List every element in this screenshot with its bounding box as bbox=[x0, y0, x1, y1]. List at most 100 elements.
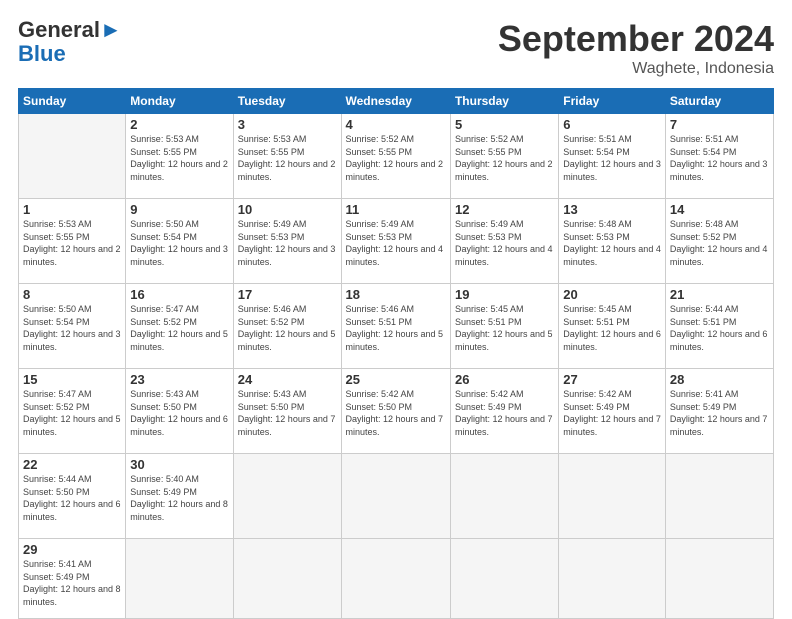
day-info: Sunrise: 5:43 AMSunset: 5:50 PMDaylight:… bbox=[130, 388, 228, 438]
day-info: Sunrise: 5:49 AMSunset: 5:53 PMDaylight:… bbox=[238, 218, 337, 268]
empty-cell bbox=[19, 114, 126, 199]
day-cell-24: 24Sunrise: 5:43 AMSunset: 5:50 PMDayligh… bbox=[233, 369, 341, 454]
day-cell-14: 14Sunrise: 5:48 AMSunset: 5:52 PMDayligh… bbox=[665, 199, 773, 284]
empty-cell bbox=[341, 454, 450, 539]
day-cell-18: 18Sunrise: 5:46 AMSunset: 5:51 PMDayligh… bbox=[341, 284, 450, 369]
day-info: Sunrise: 5:53 AMSunset: 5:55 PMDaylight:… bbox=[130, 133, 228, 183]
calendar-table: SundayMondayTuesdayWednesdayThursdayFrid… bbox=[18, 88, 774, 619]
day-number: 9 bbox=[130, 202, 228, 217]
weekday-header-row: SundayMondayTuesdayWednesdayThursdayFrid… bbox=[19, 89, 774, 114]
day-info: Sunrise: 5:53 AMSunset: 5:55 PMDaylight:… bbox=[238, 133, 337, 183]
page: General► Blue September 2024 Waghete, In… bbox=[0, 0, 792, 612]
weekday-header-wednesday: Wednesday bbox=[341, 89, 450, 114]
empty-cell bbox=[559, 539, 666, 619]
day-cell-26: 26Sunrise: 5:42 AMSunset: 5:49 PMDayligh… bbox=[450, 369, 558, 454]
day-number: 14 bbox=[670, 202, 769, 217]
header: General► Blue September 2024 Waghete, In… bbox=[18, 18, 774, 78]
day-info: Sunrise: 5:42 AMSunset: 5:49 PMDaylight:… bbox=[455, 388, 554, 438]
calendar-row-2: 8Sunrise: 5:50 AMSunset: 5:54 PMDaylight… bbox=[19, 284, 774, 369]
day-number: 20 bbox=[563, 287, 661, 302]
day-number: 11 bbox=[346, 202, 446, 217]
weekday-header-thursday: Thursday bbox=[450, 89, 558, 114]
day-cell-12: 12Sunrise: 5:49 AMSunset: 5:53 PMDayligh… bbox=[450, 199, 558, 284]
day-number: 4 bbox=[346, 117, 446, 132]
day-number: 8 bbox=[23, 287, 121, 302]
day-info: Sunrise: 5:47 AMSunset: 5:52 PMDaylight:… bbox=[23, 388, 121, 438]
day-info: Sunrise: 5:42 AMSunset: 5:49 PMDaylight:… bbox=[563, 388, 661, 438]
day-info: Sunrise: 5:45 AMSunset: 5:51 PMDaylight:… bbox=[563, 303, 661, 353]
weekday-header-sunday: Sunday bbox=[19, 89, 126, 114]
day-cell-20: 20Sunrise: 5:45 AMSunset: 5:51 PMDayligh… bbox=[559, 284, 666, 369]
day-number: 3 bbox=[238, 117, 337, 132]
day-number: 22 bbox=[23, 457, 121, 472]
empty-cell bbox=[233, 539, 341, 619]
day-number: 15 bbox=[23, 372, 121, 387]
day-info: Sunrise: 5:52 AMSunset: 5:55 PMDaylight:… bbox=[455, 133, 554, 183]
day-cell-2: 2Sunrise: 5:53 AMSunset: 5:55 PMDaylight… bbox=[126, 114, 233, 199]
day-info: Sunrise: 5:41 AMSunset: 5:49 PMDaylight:… bbox=[23, 558, 121, 608]
calendar-row-5: 29Sunrise: 5:41 AMSunset: 5:49 PMDayligh… bbox=[19, 539, 774, 619]
day-number: 6 bbox=[563, 117, 661, 132]
day-cell-1: 1Sunrise: 5:53 AMSunset: 5:55 PMDaylight… bbox=[19, 199, 126, 284]
day-number: 16 bbox=[130, 287, 228, 302]
day-info: Sunrise: 5:44 AMSunset: 5:50 PMDaylight:… bbox=[23, 473, 121, 523]
weekday-header-monday: Monday bbox=[126, 89, 233, 114]
day-info: Sunrise: 5:52 AMSunset: 5:55 PMDaylight:… bbox=[346, 133, 446, 183]
day-cell-4: 4Sunrise: 5:52 AMSunset: 5:55 PMDaylight… bbox=[341, 114, 450, 199]
empty-cell bbox=[665, 539, 773, 619]
day-cell-28: 28Sunrise: 5:41 AMSunset: 5:49 PMDayligh… bbox=[665, 369, 773, 454]
day-cell-13: 13Sunrise: 5:48 AMSunset: 5:53 PMDayligh… bbox=[559, 199, 666, 284]
day-cell-3: 3Sunrise: 5:53 AMSunset: 5:55 PMDaylight… bbox=[233, 114, 341, 199]
day-cell-5: 5Sunrise: 5:52 AMSunset: 5:55 PMDaylight… bbox=[450, 114, 558, 199]
day-number: 2 bbox=[130, 117, 228, 132]
title-block: September 2024 Waghete, Indonesia bbox=[498, 18, 774, 78]
day-number: 24 bbox=[238, 372, 337, 387]
day-info: Sunrise: 5:49 AMSunset: 5:53 PMDaylight:… bbox=[455, 218, 554, 268]
day-info: Sunrise: 5:41 AMSunset: 5:49 PMDaylight:… bbox=[670, 388, 769, 438]
day-number: 7 bbox=[670, 117, 769, 132]
day-info: Sunrise: 5:40 AMSunset: 5:49 PMDaylight:… bbox=[130, 473, 228, 523]
day-info: Sunrise: 5:44 AMSunset: 5:51 PMDaylight:… bbox=[670, 303, 769, 353]
logo: General► Blue bbox=[18, 18, 122, 66]
empty-cell bbox=[233, 454, 341, 539]
day-info: Sunrise: 5:48 AMSunset: 5:52 PMDaylight:… bbox=[670, 218, 769, 268]
day-cell-9: 9Sunrise: 5:50 AMSunset: 5:54 PMDaylight… bbox=[126, 199, 233, 284]
weekday-header-friday: Friday bbox=[559, 89, 666, 114]
day-number: 13 bbox=[563, 202, 661, 217]
day-info: Sunrise: 5:45 AMSunset: 5:51 PMDaylight:… bbox=[455, 303, 554, 353]
month-title: September 2024 bbox=[498, 18, 774, 60]
day-info: Sunrise: 5:50 AMSunset: 5:54 PMDaylight:… bbox=[130, 218, 228, 268]
location-title: Waghete, Indonesia bbox=[498, 60, 774, 78]
day-info: Sunrise: 5:48 AMSunset: 5:53 PMDaylight:… bbox=[563, 218, 661, 268]
day-number: 27 bbox=[563, 372, 661, 387]
day-info: Sunrise: 5:51 AMSunset: 5:54 PMDaylight:… bbox=[563, 133, 661, 183]
day-number: 5 bbox=[455, 117, 554, 132]
day-number: 12 bbox=[455, 202, 554, 217]
empty-cell bbox=[665, 454, 773, 539]
day-cell-17: 17Sunrise: 5:46 AMSunset: 5:52 PMDayligh… bbox=[233, 284, 341, 369]
day-number: 25 bbox=[346, 372, 446, 387]
day-number: 1 bbox=[23, 202, 121, 217]
weekday-header-tuesday: Tuesday bbox=[233, 89, 341, 114]
day-info: Sunrise: 5:43 AMSunset: 5:50 PMDaylight:… bbox=[238, 388, 337, 438]
day-cell-11: 11Sunrise: 5:49 AMSunset: 5:53 PMDayligh… bbox=[341, 199, 450, 284]
empty-cell bbox=[450, 454, 558, 539]
day-cell-30: 30Sunrise: 5:40 AMSunset: 5:49 PMDayligh… bbox=[126, 454, 233, 539]
day-info: Sunrise: 5:51 AMSunset: 5:54 PMDaylight:… bbox=[670, 133, 769, 183]
day-number: 10 bbox=[238, 202, 337, 217]
empty-cell bbox=[341, 539, 450, 619]
day-cell-6: 6Sunrise: 5:51 AMSunset: 5:54 PMDaylight… bbox=[559, 114, 666, 199]
empty-cell bbox=[559, 454, 666, 539]
day-cell-10: 10Sunrise: 5:49 AMSunset: 5:53 PMDayligh… bbox=[233, 199, 341, 284]
day-number: 29 bbox=[23, 542, 121, 557]
day-number: 19 bbox=[455, 287, 554, 302]
day-info: Sunrise: 5:42 AMSunset: 5:50 PMDaylight:… bbox=[346, 388, 446, 438]
day-cell-16: 16Sunrise: 5:47 AMSunset: 5:52 PMDayligh… bbox=[126, 284, 233, 369]
day-cell-29: 29Sunrise: 5:41 AMSunset: 5:49 PMDayligh… bbox=[19, 539, 126, 619]
day-info: Sunrise: 5:49 AMSunset: 5:53 PMDaylight:… bbox=[346, 218, 446, 268]
day-number: 23 bbox=[130, 372, 228, 387]
day-info: Sunrise: 5:50 AMSunset: 5:54 PMDaylight:… bbox=[23, 303, 121, 353]
empty-cell bbox=[450, 539, 558, 619]
day-cell-25: 25Sunrise: 5:42 AMSunset: 5:50 PMDayligh… bbox=[341, 369, 450, 454]
day-cell-8: 8Sunrise: 5:50 AMSunset: 5:54 PMDaylight… bbox=[19, 284, 126, 369]
